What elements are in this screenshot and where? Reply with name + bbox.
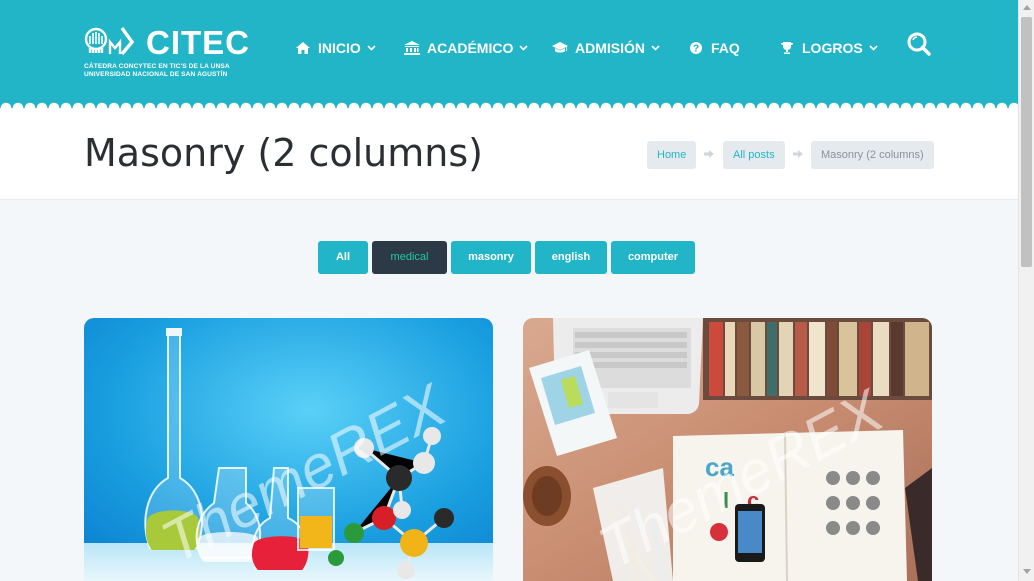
filter-english-button[interactable]: english — [535, 241, 607, 274]
nav-label-admision: ADMISIÓN — [575, 40, 645, 56]
trophy-icon — [779, 41, 795, 55]
nav-label-academico: ACADÉMICO — [427, 40, 514, 56]
filter-all-button[interactable]: All — [318, 241, 368, 274]
breadcrumb-home-link[interactable]: Home — [647, 141, 697, 169]
graduation-cap-icon — [552, 41, 568, 55]
svg-text:?: ? — [693, 44, 699, 55]
chevron-down-icon — [519, 45, 528, 51]
page-scrollbar[interactable] — [1018, 0, 1034, 581]
nav-label-logros: LOGROS — [802, 40, 863, 56]
chemistry-flasks-molecule-image[interactable]: ThemeREX — [84, 318, 493, 581]
filter-medical-button[interactable]: medical — [372, 241, 447, 274]
chevron-down-icon — [367, 45, 376, 51]
breadcrumb-all-posts-link[interactable]: All posts — [723, 141, 785, 169]
institution-icon — [404, 41, 420, 55]
question-circle-icon: ? — [688, 41, 704, 55]
chevron-down-icon — [651, 45, 660, 51]
post-card-medical[interactable]: ThemeREX — [84, 318, 493, 581]
nav-item-inicio[interactable]: INICIO — [295, 38, 376, 58]
header-scallop-edge — [0, 100, 1018, 108]
logo-name: CITEC — [146, 24, 250, 61]
search-button[interactable] — [906, 31, 932, 57]
post-card-computer[interactable]: ca l c ThemeREX — [523, 318, 932, 581]
logo-subtitle-line1: CÁTEDRA CONCYTEC EN TIC'S DE LA UNSA — [84, 63, 230, 70]
desk-laptop-books-magazine-image[interactable]: ca l c ThemeREX — [523, 318, 932, 581]
chevron-down-icon — [869, 45, 878, 51]
arrow-right-icon — [793, 150, 803, 158]
filter-masonry-button[interactable]: masonry — [451, 241, 531, 274]
page-title: Masonry (2 columns) — [84, 131, 483, 175]
nav-item-logros[interactable]: LOGROS — [779, 38, 878, 58]
nav-item-admision[interactable]: ADMISIÓN — [552, 38, 660, 58]
logo-mark-icon — [84, 27, 135, 56]
site-logo[interactable]: CITEC CÁTEDRA CONCYTEC EN TIC'S DE LA UN… — [84, 24, 249, 84]
nav-item-academico[interactable]: ACADÉMICO — [404, 38, 528, 58]
scroll-up-arrow-icon[interactable] — [1023, 4, 1031, 10]
arrow-right-icon — [704, 150, 714, 158]
filter-computer-button[interactable]: computer — [611, 241, 695, 274]
scrollbar-thumb[interactable] — [1021, 17, 1032, 267]
nav-label-faq: FAQ — [711, 40, 740, 56]
home-icon — [295, 41, 311, 55]
nav-item-faq[interactable]: ? FAQ — [688, 38, 740, 58]
search-icon — [907, 32, 931, 56]
site-header: CITEC CÁTEDRA CONCYTEC EN TIC'S DE LA UN… — [0, 0, 1018, 108]
nav-label-inicio: INICIO — [318, 40, 361, 56]
scroll-down-arrow-icon[interactable] — [1023, 569, 1031, 575]
breadcrumb-current: Masonry (2 columns) — [811, 141, 934, 169]
logo-subtitle-line2: UNIVERSIDAD NACIONAL DE SAN AGUSTÍN — [84, 71, 228, 78]
